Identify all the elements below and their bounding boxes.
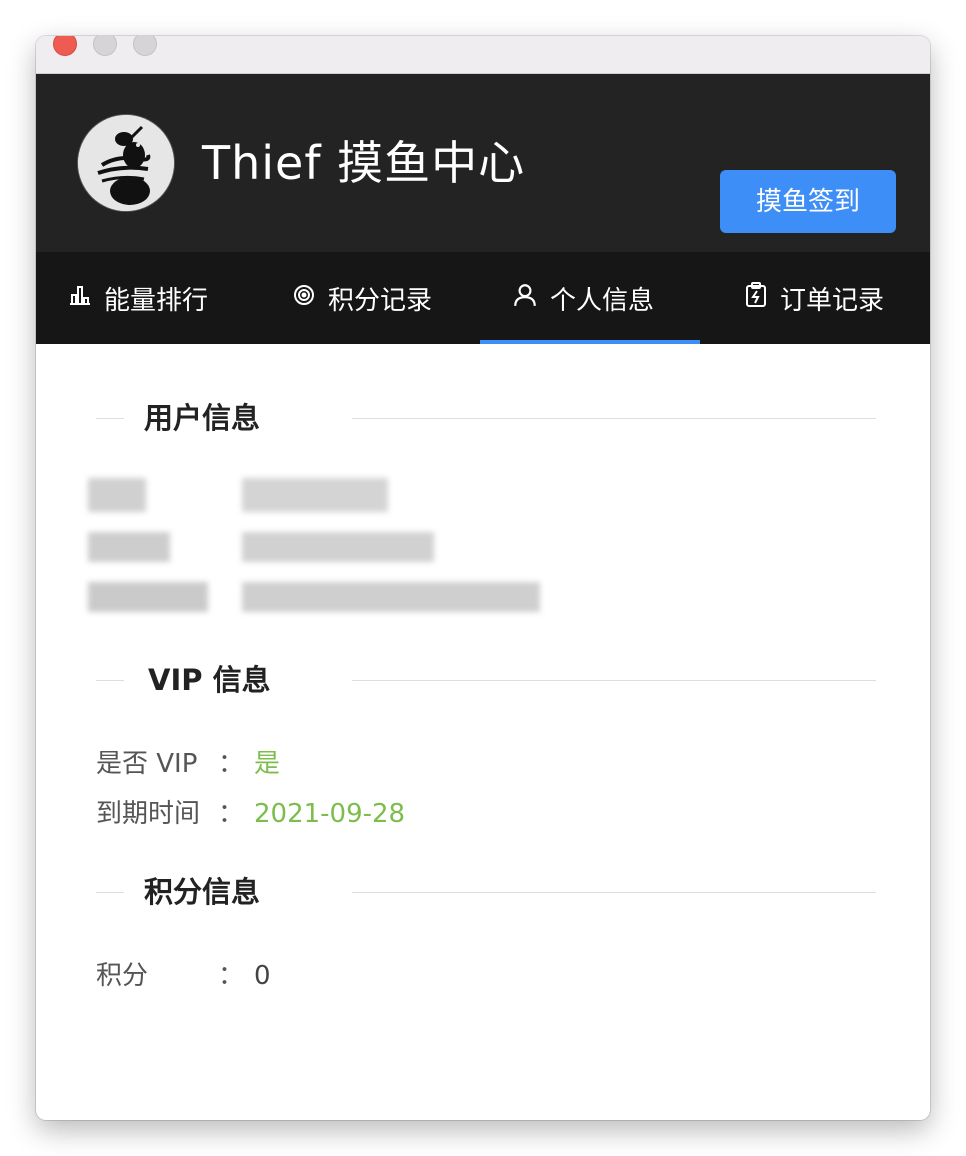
tab-personal-info[interactable]: 个人信息 — [512, 252, 654, 344]
tab-label: 能量排行 — [104, 285, 209, 316]
vip-info-section-title: VIP 信息 — [96, 660, 876, 700]
app-header: Thief 摸鱼中心 摸鱼签到 — [36, 74, 930, 252]
tab-energy-ranking[interactable]: 能量排行 — [68, 252, 208, 344]
tab-label: 订单记录 — [780, 285, 885, 316]
user-info-section-title: 用户信息 — [96, 398, 876, 438]
active-tab-indicator — [480, 340, 700, 344]
spiral-icon — [292, 283, 328, 314]
vip-expire-label: 到期时间 — [96, 799, 201, 829]
rat-logo-icon — [78, 115, 174, 211]
title-bar — [36, 36, 930, 74]
separator: ： — [218, 961, 245, 991]
points-label: 积分 — [96, 961, 149, 991]
divider-right — [352, 418, 876, 419]
checkin-button[interactable]: 摸鱼签到 — [720, 170, 896, 233]
vip-status-label: 是否 VIP — [96, 749, 198, 779]
divider-left — [96, 418, 124, 419]
divider-right — [352, 680, 876, 681]
separator: ： — [218, 749, 245, 779]
tab-label: 积分记录 — [328, 285, 433, 316]
maximize-window-button[interactable] — [133, 36, 157, 56]
user-icon — [512, 282, 550, 315]
divider-left — [96, 892, 124, 893]
app-title: Thief 摸鱼中心 — [202, 136, 526, 190]
divider-right — [352, 892, 876, 893]
separator: ： — [218, 799, 245, 829]
tab-bar: 能量排行 积分记录 个人信息 订单记录 — [36, 252, 930, 344]
clipboard-bolt-icon — [744, 281, 780, 315]
vip-expire-value: 2021-09-28 — [254, 799, 406, 829]
section-label: 积分信息 — [144, 875, 261, 909]
tab-label: 个人信息 — [550, 285, 655, 316]
section-label: VIP 信息 — [148, 663, 271, 697]
close-window-button[interactable] — [53, 36, 77, 56]
points-info-section-title: 积分信息 — [96, 872, 876, 912]
section-label: 用户信息 — [144, 401, 261, 435]
points-value: 0 — [254, 961, 271, 991]
app-window: Thief 摸鱼中心 摸鱼签到 能量排行 积分记录 个人信息 订单记录 用户信息… — [36, 36, 930, 1120]
tab-points-record[interactable]: 积分记录 — [292, 252, 432, 344]
minimize-window-button[interactable] — [93, 36, 117, 56]
divider-left — [96, 680, 124, 681]
bar-chart-icon — [68, 283, 104, 314]
tab-order-record[interactable]: 订单记录 — [744, 252, 884, 344]
vip-status-value: 是 — [254, 749, 281, 779]
